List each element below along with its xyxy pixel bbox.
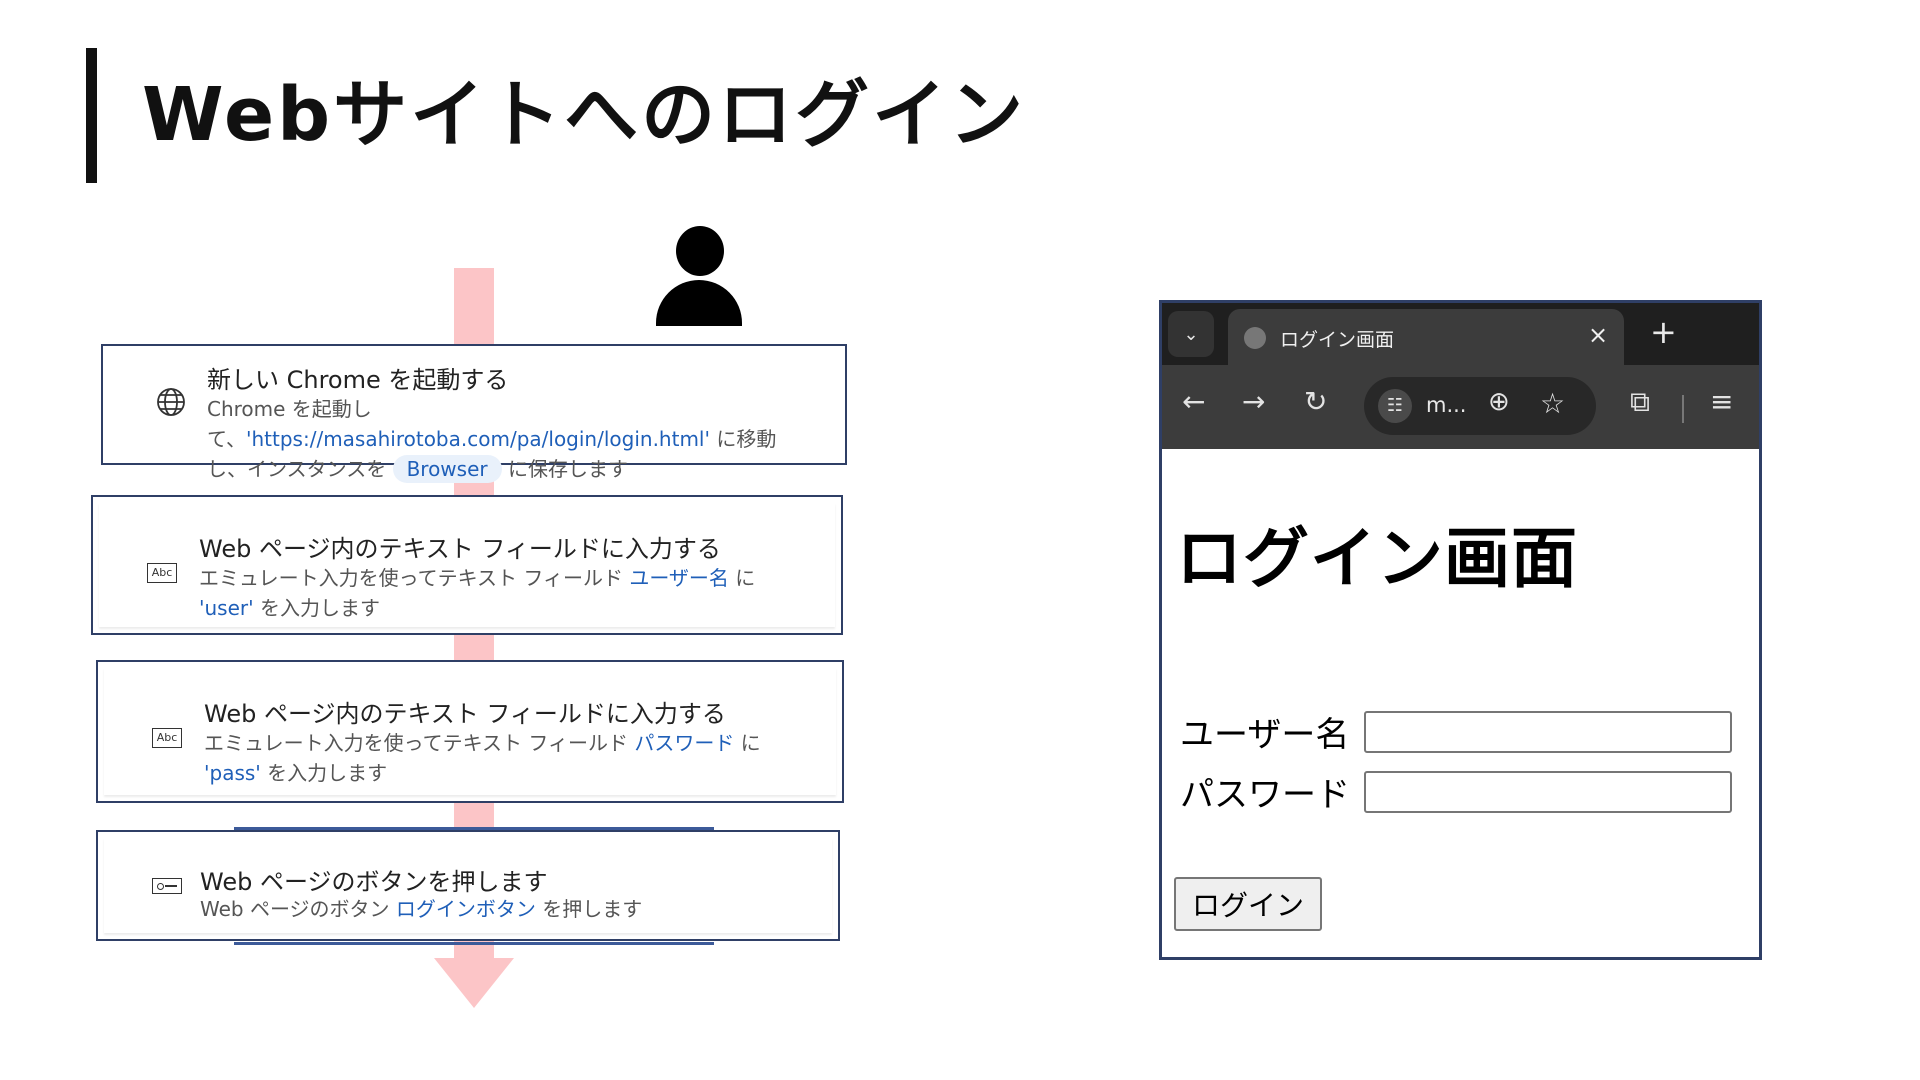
field-link[interactable]: ログインボタン [396,897,536,921]
media-icon[interactable]: ≡ [1710,385,1733,418]
slide-title: Webサイトへのログイン [142,72,1027,158]
username-label: ユーザー名 [1180,715,1350,755]
toolbar-divider [1682,395,1684,423]
back-arrow-icon[interactable]: ← [1182,385,1205,418]
value-text: 'user' [199,596,254,620]
user-icon [654,226,744,326]
password-label: パスワード [1180,775,1350,815]
desc-text: エミュレート入力を使ってテキスト フィールド [204,731,635,755]
button-icon [152,878,182,894]
browser-window: ⌄ ログイン画面 × + ← → ↻ ☷ m... ⊕ ☆ ⧉ ≡ ログイン画面… [1159,300,1762,960]
variable-chip[interactable]: Browser [392,455,502,483]
tab-search-button[interactable]: ⌄ [1168,311,1214,357]
desc-text: に保存します [501,457,628,481]
site-settings-icon[interactable]: ☷ [1378,389,1412,423]
desc-text: に [728,566,756,590]
login-button[interactable]: ログイン [1174,877,1322,931]
active-tab[interactable]: ログイン画面 × [1228,309,1624,365]
step-card-input-password[interactable]: Abc Web ページ内のテキスト フィールドに入力する エミュレート入力を使っ… [96,660,844,803]
desc-text: に [734,731,761,755]
address-bar[interactable]: ☷ m... ⊕ ☆ [1364,377,1596,435]
desc-text: Web ページのボタン [200,897,396,921]
url-text: m... [1426,393,1467,417]
step-title: Web ページ内のテキスト フィールドに入力する [204,700,726,728]
page-heading: ログイン画面 [1176,520,1578,597]
desc-text: エミュレート入力を使ってテキスト フィールド [199,566,630,590]
text-field-icon: Abc [147,563,177,583]
field-link[interactable]: ユーザー名 [629,566,729,590]
globe-icon [1244,327,1266,349]
step-title: Web ページ内のテキスト フィールドに入力する [199,535,721,563]
text-field-icon: Abc [152,728,182,748]
desc-text: を入力します [260,761,388,785]
field-link[interactable]: パスワード [634,731,734,755]
value-text: 'pass' [204,761,261,785]
step-card-press-button[interactable]: Web ページのボタンを押します Web ページのボタン ログインボタン を押し… [96,830,840,941]
desc-text: を押します [535,897,643,921]
reload-icon[interactable]: ↻ [1304,385,1327,418]
zoom-icon[interactable]: ⊕ [1488,387,1510,417]
tab-title: ログイン画面 [1280,329,1395,351]
group-line-bottom [234,942,714,945]
close-icon[interactable]: × [1588,321,1608,349]
step-card-input-username[interactable]: Abc Web ページ内のテキスト フィールドに入力する エミュレート入力を使っ… [91,495,843,635]
forward-arrow-icon[interactable]: → [1242,385,1265,418]
password-field[interactable] [1364,771,1732,813]
extensions-icon[interactable]: ⧉ [1630,385,1650,419]
tab-strip: ⌄ ログイン画面 × + [1162,303,1759,365]
url-link[interactable]: 'https://masahirotoba.com/pa/login/login… [246,427,710,451]
step-description: Chrome を起動して、'https://masahirotoba.com/p… [207,394,807,484]
step-title: Web ページのボタンを押します [200,868,548,896]
step-description: エミュレート入力を使ってテキスト フィールド ユーザー名 に 'user' を入… [199,563,779,623]
flow-arrow-head [434,958,514,1008]
star-icon[interactable]: ☆ [1540,387,1565,420]
step-description: Web ページのボタン ログインボタン を押します [200,894,800,924]
new-tab-button[interactable]: + [1650,313,1677,351]
browser-toolbar: ← → ↻ ☷ m... ⊕ ☆ ⧉ ≡ [1162,365,1759,449]
chevron-down-icon: ⌄ [1183,323,1199,345]
step-description: エミュレート入力を使ってテキスト フィールド パスワード に 'pass' を入… [204,728,804,788]
globe-icon [155,386,187,418]
login-page: ログイン画面 ユーザー名 パスワード ログイン [1162,449,1759,957]
username-field[interactable] [1364,711,1732,753]
step-card-launch-chrome[interactable]: 新しい Chrome を起動する Chrome を起動して、'https://m… [101,344,847,483]
step-title: 新しい Chrome を起動する [207,366,509,394]
title-accent-bar [86,48,97,183]
desc-text: を入力します [253,596,380,620]
